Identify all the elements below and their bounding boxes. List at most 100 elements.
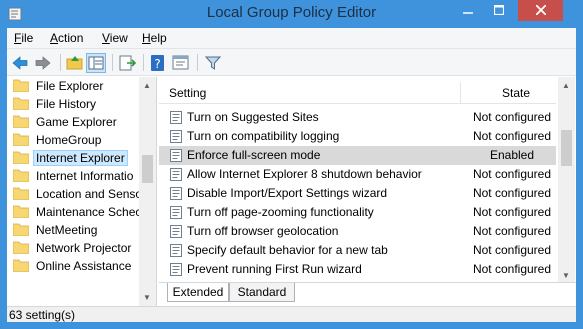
tab-extended[interactable]: Extended [167, 283, 229, 302]
policy-setting-icon [170, 168, 182, 181]
tree-item[interactable]: Network Projector [13, 239, 139, 257]
export-list-button[interactable] [117, 53, 137, 73]
help-icon: ? [151, 55, 164, 71]
setting-name: Turn on compatibility logging [187, 129, 340, 143]
tree-item[interactable]: File Explorer [13, 77, 139, 95]
tree-item[interactable]: Online Assistance [13, 257, 139, 275]
tree-item-label: File Explorer [36, 79, 104, 93]
table-row[interactable]: Turn on compatibility logging Not configu… [159, 127, 556, 146]
properties-button[interactable] [171, 53, 191, 73]
tree-item[interactable]: Game Explorer [13, 113, 139, 131]
table-row[interactable]: Turn off page-zooming functionality Not c… [159, 203, 556, 222]
list-scrollbar[interactable]: ▲ ▼ [558, 77, 575, 283]
setting-state: Not configured [472, 262, 552, 276]
up-folder-icon [66, 56, 83, 70]
export-list-icon [119, 55, 137, 71]
column-header-setting[interactable]: Setting [169, 86, 206, 100]
tree-item[interactable]: NetMeeting [13, 221, 139, 239]
menu-view[interactable]: View [102, 31, 128, 45]
back-icon [12, 56, 28, 70]
scroll-down-icon[interactable]: ▼ [562, 271, 570, 280]
folder-icon [13, 187, 29, 200]
maximize-icon [493, 4, 505, 16]
scroll-up-icon[interactable]: ▲ [562, 81, 570, 90]
tree-pane[interactable]: File Explorer File History Game Explorer Ho… [7, 77, 157, 306]
folder-icon [13, 241, 29, 254]
maximize-button[interactable] [484, 0, 514, 21]
table-row[interactable]: Turn off browser geolocation Not configur… [159, 222, 556, 241]
folder-icon [13, 79, 29, 92]
tree-scrollbar[interactable]: ▲ ▼ [139, 77, 156, 306]
table-row[interactable]: Prevent running First Run wizard Not conf… [159, 260, 556, 279]
back-button[interactable] [10, 53, 30, 73]
menu-help[interactable]: Help [142, 31, 167, 45]
tree-item[interactable]: Internet Explorer [13, 149, 139, 167]
tree-item-label: Internet Explorer [33, 150, 128, 166]
table-row[interactable]: Allow Internet Explorer 8 shutdown behav… [159, 165, 556, 184]
folder-icon [13, 97, 29, 110]
folder-icon [13, 259, 29, 272]
close-button[interactable] [518, 0, 563, 21]
setting-state: Not configured [472, 205, 552, 219]
policy-setting-icon [170, 206, 182, 219]
menu-bar: File Action View Help [7, 28, 576, 49]
setting-state: Not configured [472, 243, 552, 257]
setting-name: Enforce full-screen mode [187, 148, 321, 162]
list-scroll-thumb[interactable] [561, 130, 572, 166]
menu-file[interactable]: File [14, 31, 33, 45]
column-divider[interactable] [460, 82, 461, 104]
show-hide-tree-icon [88, 56, 104, 70]
help-button[interactable]: ? [148, 53, 168, 73]
setting-state: Not configured [472, 167, 552, 181]
policy-setting-icon [170, 225, 182, 238]
table-row[interactable]: Specify default behavior for a new tab No… [159, 241, 556, 260]
tree-item[interactable]: HomeGroup [13, 131, 139, 149]
status-text: 63 setting(s) [9, 308, 76, 322]
app-window: Local Group Policy Editor File Action Vi… [0, 0, 583, 329]
minimize-icon [463, 12, 473, 14]
toolbar-separator [143, 54, 144, 71]
folder-icon [13, 169, 29, 182]
folder-icon [13, 151, 29, 164]
title-bar[interactable]: Local Group Policy Editor [0, 0, 583, 28]
tree-item[interactable]: Location and Senso [13, 185, 139, 203]
scroll-down-icon[interactable]: ▼ [143, 293, 151, 302]
column-header-state[interactable]: State [502, 86, 530, 100]
tree-item-label: Internet Informatio [36, 169, 134, 183]
toolbar-separator [197, 54, 198, 71]
folder-icon [13, 115, 29, 128]
setting-name: Turn on Suggested Sites [187, 110, 319, 124]
policy-setting-icon [170, 187, 182, 200]
client-area: File Action View Help ? File Explorer Fi… [7, 28, 576, 322]
folder-icon [13, 205, 29, 218]
table-row[interactable]: Enforce full-screen mode Enabled [159, 146, 556, 165]
setting-name: Specify default behavior for a new tab [187, 243, 388, 257]
tree-item-label: HomeGroup [36, 133, 102, 147]
table-row[interactable]: Turn on Suggested Sites Not configured [159, 108, 556, 127]
table-row[interactable]: Disable Import/Export Settings wizard Not… [159, 184, 556, 203]
scroll-up-icon[interactable]: ▲ [143, 81, 151, 90]
settings-list[interactable]: Setting State Turn on Suggested Sites Not… [159, 77, 576, 306]
tree-item-label: Game Explorer [36, 115, 117, 129]
tree-scroll-thumb[interactable] [142, 155, 153, 183]
menu-action[interactable]: Action [50, 31, 83, 45]
show-hide-tree-button[interactable] [86, 53, 106, 73]
setting-state: Not configured [472, 129, 552, 143]
setting-state: Not configured [472, 110, 552, 124]
svg-text:?: ? [154, 57, 160, 71]
tree-item[interactable]: Internet Informatio [13, 167, 139, 185]
filter-icon [204, 56, 222, 70]
tree-item-label: NetMeeting [36, 223, 98, 237]
tree-item[interactable]: Maintenance Schec [13, 203, 139, 221]
minimize-button[interactable] [453, 0, 483, 21]
tab-standard[interactable]: Standard [229, 283, 295, 302]
policy-setting-icon [170, 111, 182, 124]
close-icon [534, 4, 547, 16]
folder-icon [13, 223, 29, 236]
forward-button[interactable] [33, 53, 53, 73]
setting-name: Turn off page-zooming functionality [187, 205, 374, 219]
filter-button[interactable] [203, 53, 223, 73]
up-folder-button[interactable] [65, 53, 85, 73]
tree-item[interactable]: File History [13, 95, 139, 113]
setting-name: Allow Internet Explorer 8 shutdown behav… [187, 167, 422, 181]
